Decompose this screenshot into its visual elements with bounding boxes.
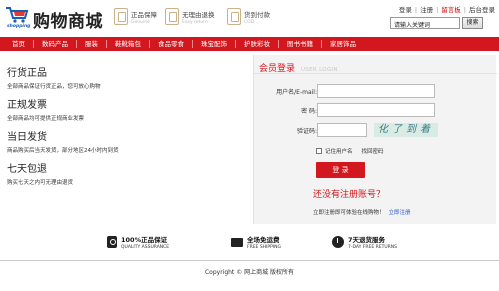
footer-divider bbox=[0, 260, 499, 261]
guarantee-title: 货到付款 bbox=[244, 10, 270, 19]
service-returns: 7天退货服务 7-DAY FREE RETURNS bbox=[332, 234, 397, 250]
nav-item-digital[interactable]: 数码产品 bbox=[34, 40, 77, 48]
feature-description: 购买七天之内可无理由退货 bbox=[7, 180, 74, 186]
divider: | bbox=[436, 6, 439, 14]
remember-label: 记住用户名 bbox=[325, 149, 353, 155]
service-bar: 100%正品保证 QUALITY ASSURANCE 全场免运费 FREE SH… bbox=[0, 234, 499, 252]
service-subtitle: QUALITY ASSURANCE bbox=[121, 245, 170, 250]
return-badge-icon bbox=[165, 8, 179, 25]
nav-item-home-decor[interactable]: 家居饰品 bbox=[322, 40, 364, 48]
guarantee-subtitle: Genuine bbox=[131, 19, 150, 25]
backend-login-link[interactable]: 后台登录 bbox=[469, 4, 495, 14]
nav-item-clothing[interactable]: 服装 bbox=[77, 40, 107, 48]
remember-checkbox[interactable] bbox=[316, 148, 322, 154]
feature-return: 七天包退 购买七天之内可无理由退货 bbox=[7, 164, 237, 186]
username-label: 用户名/E-mail: bbox=[276, 89, 317, 96]
username-row: 用户名/E-mail: bbox=[254, 84, 497, 98]
service-quality: 100%正品保证 QUALITY ASSURANCE bbox=[107, 234, 169, 250]
captcha-input[interactable] bbox=[317, 123, 367, 137]
divider: | bbox=[463, 6, 466, 14]
feature-title: 正规发票 bbox=[7, 100, 47, 111]
nav-item-cosmetics[interactable]: 护肤彩妆 bbox=[236, 40, 279, 48]
feature-invoice: 正规发票 全部商品均可提供正规商业发票 bbox=[7, 100, 237, 122]
service-title: 全场免运费 bbox=[247, 236, 280, 244]
password-row: 密 码: bbox=[254, 103, 497, 117]
site-logo[interactable]: shopping bbox=[5, 4, 31, 30]
service-title: 7天退货服务 bbox=[348, 236, 386, 244]
feature-title: 行货正品 bbox=[7, 68, 47, 79]
service-title: 100%正品保证 bbox=[121, 236, 168, 244]
captcha-image[interactable]: 化了到着 bbox=[374, 123, 438, 137]
search-button[interactable]: 搜索 bbox=[462, 17, 483, 29]
feature-description: 全部商品均可提供正规商业发票 bbox=[7, 116, 85, 122]
logo-label: shopping bbox=[7, 24, 31, 29]
feature-description: 商品购买后当天发货，部分地区24小时内到货 bbox=[7, 148, 119, 154]
username-input[interactable] bbox=[317, 84, 435, 98]
feature-description: 全部商品保证行货正品，您可放心购物 bbox=[7, 84, 101, 90]
nav-item-home[interactable]: 首页 bbox=[4, 40, 34, 48]
genuine-badge-icon bbox=[114, 8, 128, 25]
login-link[interactable]: 登录 bbox=[399, 4, 412, 14]
guarantee-title: 无理由退换 bbox=[182, 10, 215, 19]
truck-icon bbox=[231, 237, 243, 247]
nav-item-shoes-bags[interactable]: 鞋靴箱包 bbox=[107, 40, 150, 48]
guarantee-cod: 货到付款 COD bbox=[227, 8, 270, 25]
forgot-password-link[interactable]: 找回密码 bbox=[362, 147, 384, 155]
register-now-link[interactable]: 立即注册 bbox=[389, 210, 411, 216]
divider: | bbox=[414, 6, 418, 14]
clock-icon bbox=[332, 236, 344, 248]
nav-item-jewelry[interactable]: 珠宝配饰 bbox=[193, 40, 236, 48]
register-link[interactable]: 注册 bbox=[420, 4, 433, 14]
site-name: 购物商城 bbox=[33, 12, 103, 32]
nav-item-books[interactable]: 图书书籍 bbox=[279, 40, 322, 48]
guarantee-subtitle: COD bbox=[244, 19, 255, 25]
cod-badge-icon bbox=[227, 8, 241, 25]
feature-list: 行货正品 全部商品保证行货正品，您可放心购物 正规发票 全部商品均可提供正规商业… bbox=[7, 68, 237, 196]
register-question: 还没有注册账号？ bbox=[313, 190, 386, 200]
register-prompt-line: 立即注册即可体验在线购物！ 立即注册 bbox=[313, 208, 411, 216]
nav-item-food[interactable]: 食品零食 bbox=[150, 40, 193, 48]
login-button[interactable]: 登 录 bbox=[316, 162, 365, 178]
site-header: shopping 购物商城 正品保障 Genuine 无理由退换 Easy re… bbox=[0, 0, 499, 37]
guarantee-title: 正品保障 bbox=[131, 10, 157, 19]
search-input[interactable]: 请输入关键词 bbox=[390, 17, 460, 29]
password-label: 密 码: bbox=[301, 108, 317, 115]
top-links: 登录 | 注册 | 留言板 | 后台登录 bbox=[399, 4, 495, 14]
main-nav: 首页 数码产品 服装 鞋靴箱包 食品零食 珠宝配饰 护肤彩妆 图书书籍 家居饰品 bbox=[0, 37, 499, 51]
shopping-cart-icon bbox=[6, 7, 29, 23]
feature-genuine: 行货正品 全部商品保证行货正品，您可放心购物 bbox=[7, 68, 237, 90]
feature-title: 当日发货 bbox=[7, 132, 47, 143]
feature-same-day: 当日发货 商品购买后当天发货，部分地区24小时内到货 bbox=[7, 132, 237, 154]
service-subtitle: 7-DAY FREE RETURNS bbox=[348, 245, 397, 250]
feature-title: 七天包退 bbox=[7, 164, 47, 175]
shield-icon bbox=[107, 236, 117, 248]
guarantee-return: 无理由退换 Easy return bbox=[165, 8, 215, 25]
service-subtitle: FREE SHIPPING bbox=[247, 245, 282, 250]
guarantee-subtitle: Easy return bbox=[182, 19, 208, 25]
divider bbox=[254, 73, 497, 74]
guarantee-genuine: 正品保障 Genuine bbox=[114, 8, 157, 25]
footer-copyright: Copyright © 网上商城 版权所有 bbox=[204, 269, 295, 276]
captcha-label: 验证码: bbox=[296, 128, 317, 135]
captcha-row: 验证码: 化了到着 bbox=[254, 123, 497, 137]
remember-row: 记住用户名 找回密码 bbox=[316, 147, 384, 155]
register-prompt: 立即注册即可体验在线购物！ bbox=[313, 210, 385, 216]
message-board-link[interactable]: 留言板 bbox=[441, 4, 461, 14]
service-shipping: 全场免运费 FREE SHIPPING bbox=[231, 234, 281, 250]
password-input[interactable] bbox=[317, 103, 435, 117]
